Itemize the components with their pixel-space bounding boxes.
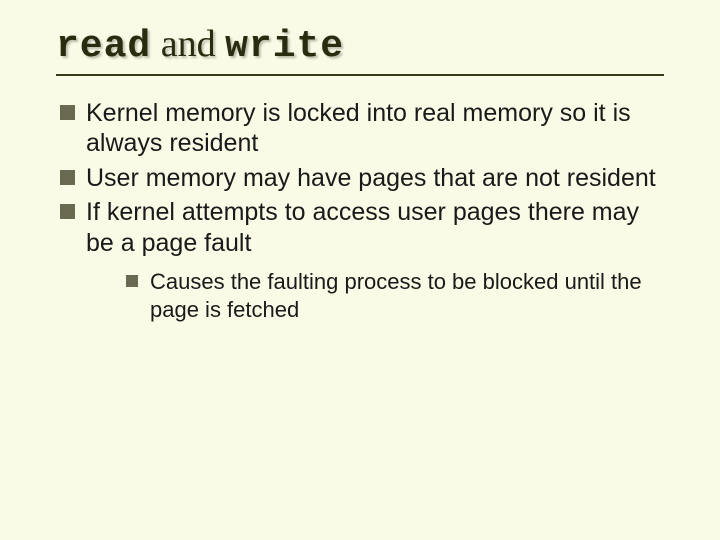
bullet-text: User memory may have pages that are not … bbox=[86, 164, 656, 192]
sub-bullet-list: Causes the faulting process to be blocke… bbox=[126, 268, 664, 323]
slide: read and write Kernel memory is locked i… bbox=[0, 0, 720, 540]
title-and: and bbox=[151, 23, 225, 65]
sub-bullet-item: Causes the faulting process to be blocke… bbox=[126, 268, 664, 323]
sub-bullet-text: Causes the faulting process to be blocke… bbox=[150, 269, 642, 322]
title-underline: read and write bbox=[56, 24, 664, 76]
slide-title: read and write bbox=[56, 24, 664, 68]
bullet-item: User memory may have pages that are not … bbox=[60, 163, 664, 194]
title-code-write: write bbox=[225, 25, 344, 68]
bullet-text: If kernel attempts to access user pages … bbox=[86, 198, 639, 257]
bullet-list: Kernel memory is locked into real memory… bbox=[56, 98, 664, 324]
title-code-read: read bbox=[56, 25, 151, 68]
bullet-item: Kernel memory is locked into real memory… bbox=[60, 98, 664, 159]
bullet-item: If kernel attempts to access user pages … bbox=[60, 197, 664, 323]
bullet-text: Kernel memory is locked into real memory… bbox=[86, 99, 631, 158]
